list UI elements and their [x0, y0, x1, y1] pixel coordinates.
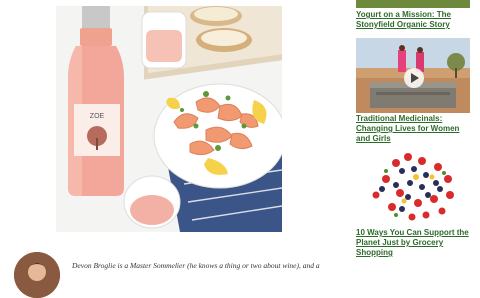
sidebar-thumbnail-yogurt[interactable]	[356, 0, 470, 8]
sidebar-thumbnail-grocery[interactable]	[356, 149, 470, 225]
bottle-label-text: ZOE	[90, 113, 105, 120]
berries-image	[356, 149, 470, 225]
sidebar-link-yogurt[interactable]: Yogurt on a Mission: The Stonyfield Orga…	[356, 10, 474, 30]
sidebar-link-medicinals[interactable]: Traditional Medicinals: Changing Lives f…	[356, 114, 474, 144]
author-bio: Devon Broglie is a Master Sommelier (he …	[72, 261, 320, 270]
author-avatar	[14, 252, 60, 298]
sidebar-link-grocery[interactable]: 10 Ways You Can Support the Planet Just …	[356, 228, 474, 258]
hero-image: ZOE	[56, 6, 282, 232]
play-icon[interactable]	[404, 68, 424, 88]
sidebar: Yogurt on a Mission: The Stonyfield Orga…	[354, 0, 480, 270]
avatar-image	[14, 252, 60, 298]
hero-illustration: ZOE	[56, 6, 282, 232]
sidebar-thumbnail-medicinals[interactable]	[356, 38, 470, 113]
